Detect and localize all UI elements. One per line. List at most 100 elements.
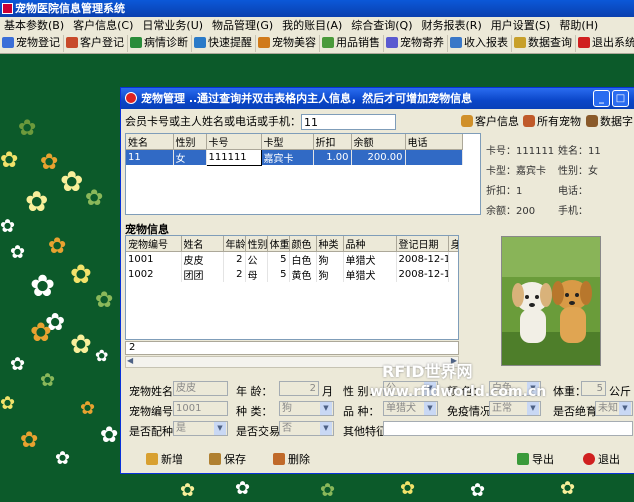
col-header[interactable]: 年龄	[223, 236, 246, 252]
maximize-button[interactable]: □	[612, 90, 629, 107]
cell[interactable]	[448, 267, 458, 282]
table-row[interactable]: 1002 团团 2 母 5 黄色 狗 单猎犬 2008-12-10	[126, 267, 458, 282]
export-button[interactable]: 导出	[517, 451, 554, 467]
search-input[interactable]	[301, 114, 396, 130]
owner-grid-header: 姓名 性别 卡号 卡型 折扣 余额 电话	[126, 134, 463, 150]
data-dictionary-button[interactable]: 数据字	[586, 113, 633, 129]
menu-my-accounts[interactable]: 我的账目(A)	[278, 17, 347, 33]
col-header[interactable]: 性别	[173, 134, 207, 150]
trade-select[interactable]: 否	[279, 421, 334, 436]
cell[interactable]: 2008-12-10	[396, 251, 449, 267]
col-header[interactable]: 卡型	[261, 134, 314, 150]
cell[interactable]: 母	[245, 267, 268, 282]
pet-no-field[interactable]: 1001	[173, 401, 228, 416]
save-button[interactable]: 保存	[209, 451, 246, 467]
info-name: 姓名：11	[558, 146, 601, 157]
pet-photo	[501, 236, 601, 366]
menu-reports[interactable]: 财务报表(R)	[418, 17, 487, 33]
cell[interactable]: 狗	[316, 251, 344, 267]
col-header[interactable]: 品种	[343, 236, 397, 252]
cell[interactable]	[405, 149, 463, 165]
cell[interactable]: 2	[223, 251, 246, 267]
menu-basic-params[interactable]: 基本参数(B)	[0, 17, 69, 33]
age-field[interactable]: 2	[279, 381, 319, 396]
menu-user-settings[interactable]: 用户设置(S)	[487, 17, 556, 33]
pet-register-button[interactable]: 宠物登记	[0, 35, 64, 52]
cell[interactable]: 11	[126, 149, 174, 165]
col-header[interactable]: 体重	[267, 236, 290, 252]
col-header[interactable]: 颜色	[289, 236, 317, 252]
sterilized-select[interactable]: 未知	[595, 401, 633, 416]
toolbar: 宠物登记 客户登记 病情诊断 快速提醒 宠物美容 用品销售 宠物寄养 收入报表 数据查询 退出系统	[0, 35, 634, 54]
exit-button[interactable]: 退出	[583, 451, 620, 467]
owner-grid[interactable]: 姓名 性别 卡号 卡型 折扣 余额 电话 11 女 111111 嘉宾卡 1.0…	[125, 133, 481, 215]
delete-button[interactable]: 删除	[273, 451, 310, 467]
col-header[interactable]: 身	[448, 236, 458, 252]
cell[interactable]: 团团	[181, 267, 224, 282]
cell[interactable]: 狗	[316, 267, 344, 282]
minimize-button[interactable]: _	[593, 90, 610, 107]
cell[interactable]: 2	[223, 267, 246, 282]
all-pets-button[interactable]: 所有宠物	[523, 113, 581, 129]
cell[interactable]: 单猎犬	[343, 267, 397, 282]
pet-grid[interactable]: 宠物编号 姓名 年龄 性别 体重 颜色 种类 品种 登记日期 身 1001 皮皮…	[125, 235, 459, 340]
add-button[interactable]: 新增	[146, 451, 183, 467]
flower-icon: ✿	[470, 480, 486, 501]
col-header[interactable]: 种类	[316, 236, 344, 252]
cell[interactable]: 女	[173, 149, 207, 165]
exit-system-button[interactable]: 退出系统	[576, 35, 634, 52]
menu-help[interactable]: 帮助(H)	[555, 17, 603, 33]
col-header[interactable]: 姓名	[126, 134, 174, 150]
cell[interactable]: 111111	[205, 149, 262, 166]
cell[interactable]: 黄色	[289, 267, 317, 282]
cell[interactable]: 嘉宾卡	[261, 149, 314, 165]
table-row[interactable]: 11 女 111111 嘉宾卡 1.00 200.00	[126, 149, 463, 166]
cell[interactable]: 单猎犬	[343, 251, 397, 267]
cell[interactable]: 200.00	[351, 149, 406, 165]
cell[interactable]: 2008-12-10	[396, 267, 449, 282]
customer-info-button[interactable]: 客户信息	[461, 113, 519, 129]
flower-icon: ✿	[0, 216, 16, 237]
col-header[interactable]: 电话	[405, 134, 463, 150]
col-header[interactable]: 折扣	[313, 134, 352, 150]
other-features-field[interactable]	[383, 421, 633, 436]
cell[interactable]: 1001	[126, 251, 182, 267]
info-balance: 余额：200	[486, 206, 536, 217]
cell[interactable]	[448, 251, 458, 267]
menu-customer-info[interactable]: 客户信息(C)	[69, 17, 138, 33]
breeding-select[interactable]: 是	[173, 421, 228, 436]
pet-name-field[interactable]: 皮皮	[173, 381, 228, 396]
col-header[interactable]: 卡号	[206, 134, 262, 150]
breed-select[interactable]: 单猎犬	[383, 401, 438, 416]
col-header[interactable]: 宠物编号	[126, 236, 182, 252]
table-row[interactable]: 1001 皮皮 2 公 5 白色 狗 单猎犬 2008-12-10	[126, 251, 458, 267]
sales-button[interactable]: 用品销售	[320, 35, 384, 52]
cell[interactable]: 1002	[126, 267, 182, 282]
col-header[interactable]: 姓名	[181, 236, 224, 252]
cell[interactable]: 公	[245, 251, 268, 267]
pet-beauty-button[interactable]: 宠物美容	[256, 35, 320, 52]
col-header[interactable]: 余额	[351, 134, 406, 150]
flower-icon: ✿	[235, 478, 251, 499]
col-header[interactable]: 登记日期	[396, 236, 449, 252]
income-report-button[interactable]: 收入报表	[448, 35, 512, 52]
cell[interactable]: 5	[267, 267, 290, 282]
immunity-select[interactable]: 正常	[489, 401, 541, 416]
boarding-button[interactable]: 宠物寄养	[384, 35, 448, 52]
menu-query[interactable]: 综合查询(Q)	[347, 17, 417, 33]
kind-select[interactable]: 狗	[279, 401, 334, 416]
col-header[interactable]: 性别	[245, 236, 268, 252]
flower-icon: ✿	[30, 318, 52, 348]
menu-daily-business[interactable]: 日常业务(U)	[138, 17, 208, 33]
cell[interactable]: 5	[267, 251, 290, 267]
cell[interactable]: 1.00	[313, 149, 352, 165]
cell[interactable]: 皮皮	[181, 251, 224, 267]
cell[interactable]: 白色	[289, 251, 317, 267]
flower-icon: ✿	[10, 354, 26, 375]
customer-register-button[interactable]: 客户登记	[64, 35, 128, 52]
menu-goods-management[interactable]: 物品管理(G)	[208, 17, 278, 33]
diagnosis-button[interactable]: 病情诊断	[128, 35, 192, 52]
data-query-button[interactable]: 数据查询	[512, 35, 576, 52]
weight-field[interactable]: 5	[581, 381, 606, 396]
reminder-button[interactable]: 快速提醒	[192, 35, 256, 52]
